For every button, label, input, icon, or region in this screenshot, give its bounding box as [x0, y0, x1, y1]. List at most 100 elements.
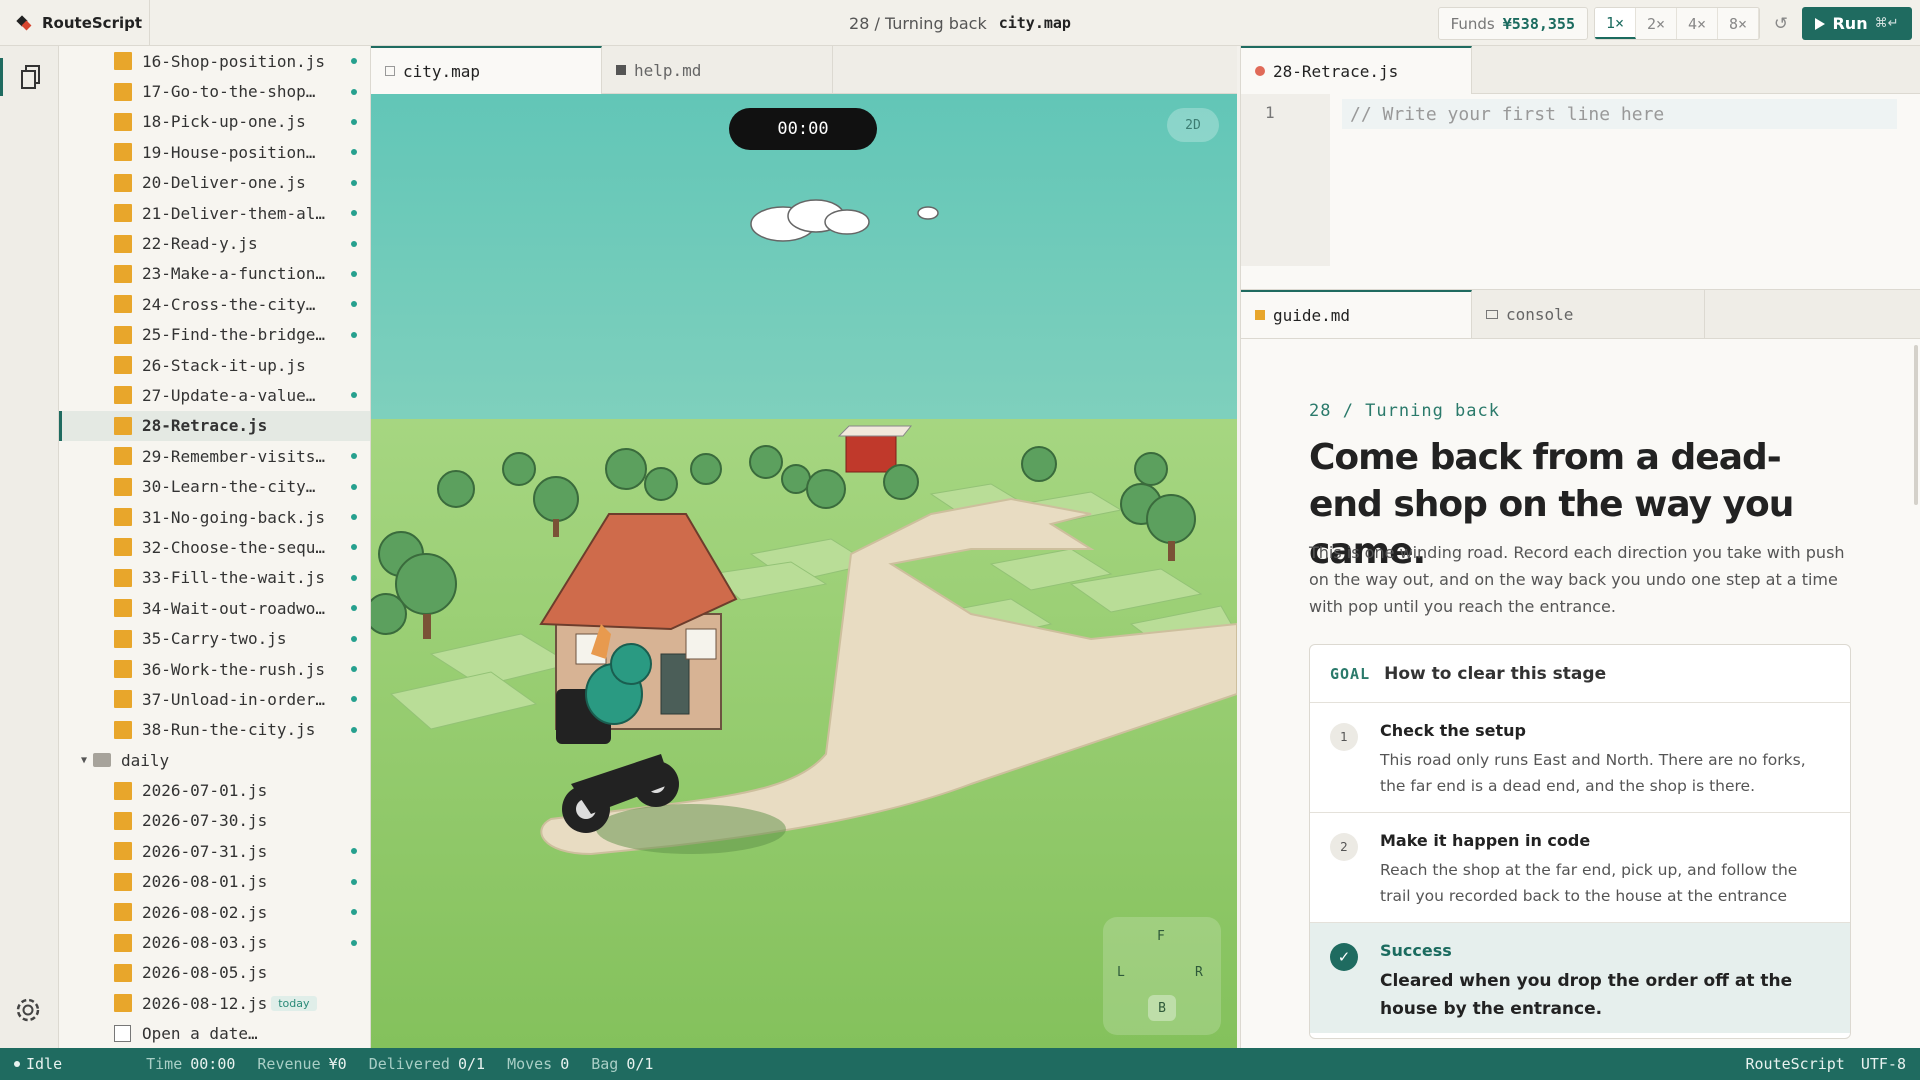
tab-label: guide.md	[1273, 305, 1351, 325]
tab-label: 28-Retrace.js	[1273, 61, 1399, 81]
tree-item[interactable]: 24-Cross-the-city…	[59, 289, 370, 319]
guide-tabs: guide.md console	[1240, 289, 1920, 339]
speed-1x-button[interactable]: 1×	[1595, 8, 1636, 39]
tab-guide-md[interactable]: guide.md	[1241, 290, 1472, 338]
run-button[interactable]: Run ⌘↵	[1802, 7, 1912, 40]
tree-item[interactable]: 19-House-position…	[59, 137, 370, 167]
modified-dot-icon	[351, 58, 357, 65]
tree-item[interactable]: 2026-08-01.js	[59, 867, 370, 897]
tree-item[interactable]: 28-Retrace.js	[59, 410, 370, 442]
dpad-right-button[interactable]: R	[1195, 965, 1203, 980]
reset-icon[interactable]: ↺	[1766, 7, 1796, 40]
success-description: Cleared when you drop the order off at t…	[1380, 971, 1793, 1019]
run-shortcut: ⌘↵	[1874, 16, 1899, 31]
tree-item[interactable]: 2026-07-30.js	[59, 806, 370, 836]
editor-tabs: 28-Retrace.js	[1240, 46, 1920, 94]
brand[interactable]: RouteScript	[0, 0, 150, 46]
modified-dot-icon	[351, 939, 357, 946]
dpad-back-button[interactable]: B	[1148, 995, 1176, 1021]
tree-item[interactable]: 31-No-going-back.js	[59, 502, 370, 532]
tree-item[interactable]: 16-Shop-position.js	[59, 46, 370, 76]
tree-item[interactable]: 27-Update-a-value…	[59, 380, 370, 410]
caret-down-icon: ▼	[81, 754, 88, 766]
tree-item-label: 22-Read-y.js	[142, 234, 258, 254]
file-icon	[114, 538, 132, 557]
folder-daily[interactable]: ▼ daily	[59, 745, 370, 775]
tree-item[interactable]: 2026-07-01.js	[59, 775, 370, 805]
tree-item[interactable]: 34-Wait-out-roadwo…	[59, 593, 370, 623]
tree-item-label: 2026-08-12.js	[142, 993, 268, 1013]
file-icon	[114, 994, 132, 1013]
console-icon	[1486, 309, 1498, 319]
tree-item[interactable]: 21-Deliver-them-al…	[59, 198, 370, 228]
guide-file-icon	[1255, 310, 1265, 320]
tree-item[interactable]: 37-Unload-in-order…	[59, 684, 370, 714]
file-icon	[114, 842, 132, 861]
goal-card: GOAL How to clear this stage 1 Check the…	[1309, 644, 1851, 1039]
tree-item[interactable]: 2026-08-03.js	[59, 927, 370, 957]
tree-item-label: 36-Work-the-rush.js	[142, 659, 326, 679]
step-number: 1	[1330, 723, 1358, 751]
tree-item[interactable]: 36-Work-the-rush.js	[59, 654, 370, 684]
tab-help-md[interactable]: help.md	[602, 46, 833, 94]
tree-item[interactable]: 2026-08-12.js today	[59, 988, 370, 1018]
tree-item[interactable]: 22-Read-y.js	[59, 228, 370, 258]
modified-dot-icon	[351, 696, 357, 703]
file-icon	[114, 447, 132, 466]
settings-button[interactable]	[12, 994, 44, 1030]
delivered-value: 0/1	[457, 1055, 486, 1073]
line-number: 1	[1265, 103, 1275, 122]
tree-item-label: 18-Pick-up-one.js	[142, 112, 306, 132]
tree-item-label: 2026-08-02.js	[142, 902, 268, 922]
dpad-forward-button[interactable]: F	[1157, 929, 1165, 944]
speed-8x-button[interactable]: 8×	[1718, 8, 1759, 39]
tree-item-label: 27-Update-a-value…	[142, 385, 316, 405]
tree-item-label: 33-Fill-the-wait.js	[142, 568, 326, 588]
tab-console[interactable]: console	[1472, 290, 1705, 338]
tree-item[interactable]: 23-Make-a-function…	[59, 259, 370, 289]
file-icon	[114, 477, 132, 496]
tree-item[interactable]: 18-Pick-up-one.js	[59, 107, 370, 137]
file-icon	[114, 234, 132, 253]
modified-dot-icon	[351, 210, 357, 217]
tree-item[interactable]: 29-Remember-visits…	[59, 441, 370, 471]
speed-2x-button[interactable]: 2×	[1636, 8, 1677, 39]
game-viewport[interactable]: 00:00 2D F L R B	[371, 94, 1237, 1048]
file-icon	[114, 568, 132, 587]
tab-city-map[interactable]: city.map	[371, 46, 602, 94]
tree-item[interactable]: 32-Choose-the-sequ…	[59, 532, 370, 562]
tree-item[interactable]: 2026-08-05.js	[59, 958, 370, 988]
tab-retrace-js[interactable]: 28-Retrace.js	[1241, 46, 1472, 94]
tree-item[interactable]: 33-Fill-the-wait.js	[59, 563, 370, 593]
tree-item[interactable]: 35-Carry-two.js	[59, 623, 370, 653]
today-badge: today	[271, 995, 317, 1011]
tree-item[interactable]: 17-Go-to-the-shop…	[59, 76, 370, 106]
step-number: 2	[1330, 833, 1358, 861]
tree-item[interactable]: 26-Stack-it-up.js	[59, 350, 370, 380]
tree-item[interactable]: 38-Run-the-city.js	[59, 715, 370, 745]
tree-item[interactable]: 20-Deliver-one.js	[59, 168, 370, 198]
open-date-item[interactable]: Open a date…	[59, 1019, 370, 1049]
tree-item[interactable]: 25-Find-the-bridge…	[59, 320, 370, 350]
code-editor[interactable]: 1 // Write your first line here	[1240, 94, 1920, 289]
guide-scrollbar[interactable]	[1914, 345, 1918, 505]
speed-4x-button[interactable]: 4×	[1677, 8, 1718, 39]
explorer-button[interactable]	[0, 58, 59, 96]
modified-dot-icon	[351, 574, 357, 581]
view-2d-toggle[interactable]: 2D	[1167, 108, 1219, 142]
modified-dot-icon	[351, 605, 357, 612]
bag-label: Bag	[591, 1055, 619, 1073]
tab-label: help.md	[634, 60, 702, 80]
file-icon	[114, 690, 132, 709]
tree-item-label: 31-No-going-back.js	[142, 507, 326, 527]
code-input[interactable]: // Write your first line here	[1342, 99, 1897, 129]
file-icon	[114, 416, 132, 435]
status-encoding[interactable]: UTF-8	[1861, 1055, 1906, 1073]
tree-item[interactable]: 2026-08-02.js	[59, 897, 370, 927]
tree-item[interactable]: 30-Learn-the-city…	[59, 471, 370, 501]
dpad-left-button[interactable]: L	[1117, 965, 1125, 980]
modified-dot-icon	[351, 240, 357, 247]
modified-dot-icon	[351, 848, 357, 855]
file-icon	[114, 295, 132, 314]
tree-item[interactable]: 2026-07-31.js	[59, 836, 370, 866]
